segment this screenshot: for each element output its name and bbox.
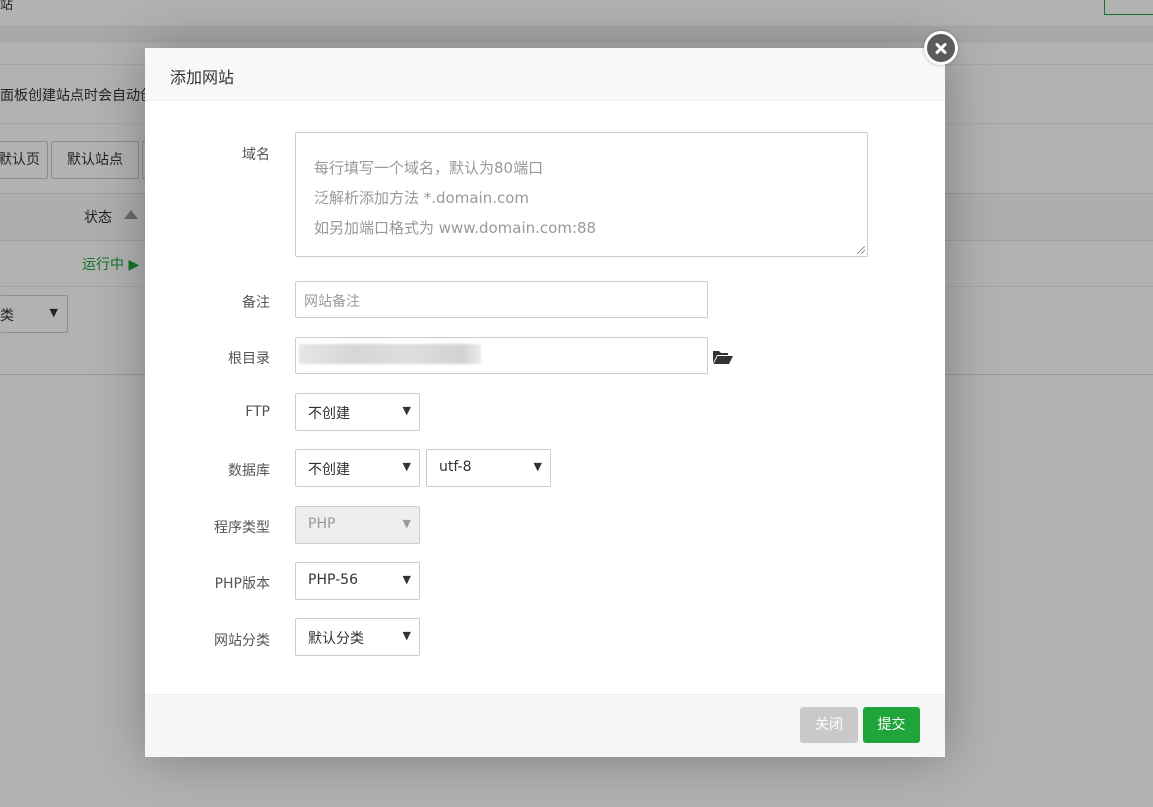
close-icon[interactable]: [924, 31, 958, 65]
submit-button[interactable]: 提交: [863, 707, 920, 743]
folder-open-icon[interactable]: [713, 350, 733, 364]
caret-down-icon: ▼: [402, 460, 411, 473]
remark-input[interactable]: 网站备注: [295, 281, 708, 318]
caret-down-icon: ▼: [402, 629, 411, 642]
dialog-header: 添加网站: [145, 48, 945, 101]
domain-placeholder-line: 每行填写一个域名，默认为80端口: [314, 159, 544, 177]
root-dir-input[interactable]: [295, 337, 708, 374]
domain-label: 域名: [242, 147, 270, 163]
dialog-footer: 关闭 提交: [145, 694, 945, 757]
close-button[interactable]: 关闭: [800, 707, 858, 743]
add-site-dialog: 添加网站 域名 每行填写一个域名，默认为80端口 泛解析添加方法 *.domai…: [145, 48, 945, 757]
ftp-label: FTP: [245, 404, 270, 420]
resize-handle[interactable]: [857, 246, 865, 254]
php-version-select[interactable]: PHP-56 ▼: [295, 562, 420, 600]
caret-down-icon: ▼: [402, 404, 411, 417]
site-category-label: 网站分类: [214, 633, 270, 649]
dialog-title: 添加网站: [170, 68, 235, 87]
domain-placeholder-line: 泛解析添加方法 *.domain.com: [314, 189, 530, 207]
database-label: 数据库: [228, 463, 270, 479]
site-category-select[interactable]: 默认分类 ▼: [295, 618, 420, 656]
database-select[interactable]: 不创建 ▼: [295, 449, 420, 487]
caret-down-icon: ▼: [402, 517, 411, 530]
ftp-select[interactable]: 不创建 ▼: [295, 393, 420, 431]
remark-label: 备注: [242, 295, 270, 311]
root-dir-label: 根目录: [228, 351, 270, 367]
charset-select[interactable]: utf-8 ▼: [426, 449, 551, 487]
caret-down-icon: ▼: [533, 460, 542, 473]
php-version-label: PHP版本: [214, 576, 270, 592]
caret-down-icon: ▼: [402, 573, 411, 586]
domain-placeholder-line: 如另加端口格式为 www.domain.com:88: [314, 219, 597, 237]
root-dir-value-redacted: [299, 344, 481, 364]
domain-textarea[interactable]: 每行填写一个域名，默认为80端口 泛解析添加方法 *.domain.com 如另…: [295, 132, 868, 257]
program-type-label: 程序类型: [214, 520, 270, 536]
program-type-select: PHP ▼: [295, 506, 420, 544]
